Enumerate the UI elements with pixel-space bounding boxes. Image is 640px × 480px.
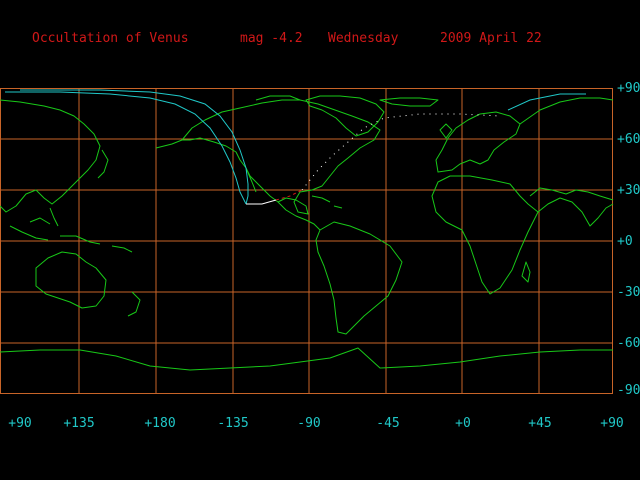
lat-label: -90 [617,383,640,398]
track-north-limit [5,91,247,205]
lon-label: -45 [376,416,400,431]
coast-north-america [181,99,381,215]
coast-central-america [277,201,321,231]
coast-greenland [305,95,385,137]
lon-label: +180 [144,416,176,431]
track-dotted [301,113,501,191]
coast-caribbean [311,195,343,209]
coast-europe [435,111,521,173]
coast-madagascar [521,261,531,283]
coast-new-zealand [127,291,141,317]
coastlines [0,95,614,371]
occultation-tracks [5,89,586,205]
lat-label: +90 [617,81,640,96]
lat-label: +60 [617,132,640,147]
coast-alaska-islands [155,139,183,149]
lon-label: -135 [217,416,249,431]
lon-label: +45 [528,416,552,431]
lon-label: -90 [297,416,321,431]
lon-label: +0 [455,416,471,431]
lon-label: +90 [8,416,32,431]
lat-label: +30 [617,183,640,198]
lat-label: +0 [617,234,633,249]
coast-australia [35,251,107,309]
coast-arabia-india [537,197,614,227]
lat-label: -30 [617,285,640,300]
coast-indonesia [9,217,133,253]
coast-antarctica [0,347,613,371]
track-south-limit [20,89,249,205]
coast-south-america [315,221,403,335]
lon-label: +135 [63,416,95,431]
coast-asia [0,97,614,213]
coast-japan [97,149,109,179]
world-map [0,88,614,394]
lon-label: +90 [600,416,624,431]
graticule [0,88,613,394]
coast-arctic-islands [255,95,439,107]
coast-philippines [49,207,59,227]
lat-label: -60 [617,336,640,351]
track-daylight [246,199,277,205]
